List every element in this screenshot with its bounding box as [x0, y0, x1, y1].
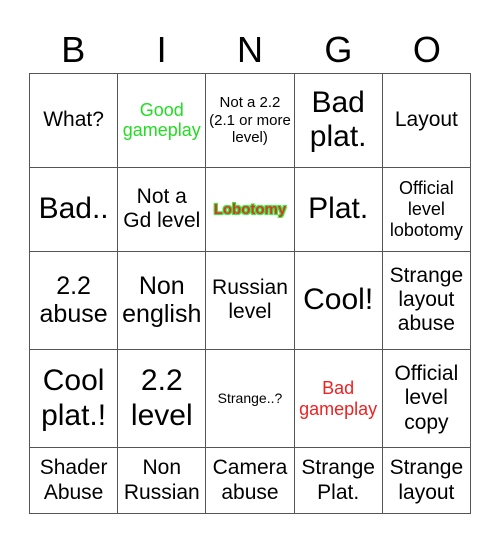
bingo-cell-text: Cool!	[303, 283, 374, 317]
bingo-cell-text: Official level copy	[394, 362, 459, 434]
bingo-cell-text: Plat.	[308, 191, 369, 225]
bingo-cell[interactable]: Strange Plat.	[293, 447, 383, 514]
bingo-cell-text: Layout	[394, 108, 458, 132]
bingo-cell[interactable]: Camera abuse	[205, 447, 295, 514]
bingo-cell-text: Bad plat.	[309, 85, 367, 154]
bingo-cell[interactable]: Not a 2.2 (2.1 or more level)	[205, 73, 295, 168]
bingo-cell-text: Not a Gd level	[123, 185, 201, 233]
bingo-cell[interactable]: Lobotomy	[205, 166, 295, 252]
header-letter-i: I	[156, 29, 167, 70]
bingo-cell[interactable]: Bad gameplay	[293, 348, 383, 449]
bingo-cell[interactable]: Strange layout	[381, 447, 472, 514]
bingo-cell[interactable]: Not a Gd level	[117, 166, 207, 252]
bingo-cell-text: Russian level	[212, 276, 288, 324]
bingo-cell-text: Strange Plat.	[301, 456, 375, 504]
bingo-row: Cool plat.! 2.2 level Strange..? Bad gamepl…	[28, 348, 472, 449]
bingo-cell-text: Non english	[122, 271, 202, 329]
bingo-cell[interactable]: Non Russian	[117, 447, 207, 514]
bingo-cell-text: Good gameplay	[122, 99, 201, 141]
bingo-cell[interactable]: Cool plat.!	[28, 348, 119, 449]
header-letter-o: O	[412, 29, 441, 70]
bingo-cell[interactable]: Bad..	[28, 166, 119, 252]
bingo-cell[interactable]: Shader Abuse	[28, 447, 119, 514]
bingo-cell-text: Strange layout abuse	[389, 264, 464, 336]
bingo-cell[interactable]: Non english	[117, 250, 207, 350]
bingo-cell-text: Shader Abuse	[39, 456, 108, 504]
bingo-cell[interactable]: Official level lobotomy	[381, 166, 472, 252]
bingo-cell-text: Bad..	[38, 191, 109, 225]
bingo-cell-text: 2.2 abuse	[39, 271, 108, 329]
bingo-cell-text: Not a 2.2 (2.1 or more level)	[209, 94, 291, 146]
bingo-cell[interactable]: Bad plat.	[293, 73, 383, 168]
bingo-row: Bad.. Not a Gd level Lobotomy Plat. Official…	[28, 166, 472, 252]
bingo-row: 2.2 abuse Non english Russian level Cool! St…	[28, 250, 472, 350]
bingo-cell[interactable]: Layout	[381, 73, 472, 168]
bingo-cell[interactable]: 2.2 abuse	[28, 250, 119, 350]
bingo-cell-text: 2.2 level	[130, 364, 193, 432]
bingo-row: What? Good gameplay Not a 2.2 (2.1 or more…	[28, 73, 472, 168]
bingo-cell[interactable]: Russian level	[205, 250, 295, 350]
bingo-cell-text: What?	[43, 108, 104, 132]
bingo-header: B I N G O	[29, 28, 471, 72]
bingo-cell-text: Strange layout	[389, 456, 464, 504]
bingo-cell[interactable]: Official level copy	[381, 348, 472, 449]
bingo-card: What? Good gameplay Not a 2.2 (2.1 or more…	[28, 73, 472, 514]
bingo-cell[interactable]: Good gameplay	[117, 73, 207, 168]
bingo-cell[interactable]: What?	[28, 73, 119, 168]
bingo-cell[interactable]: Plat.	[293, 166, 383, 252]
bingo-cell-text: Bad gameplay	[299, 377, 378, 419]
header-letter-n: N	[237, 29, 264, 70]
bingo-cell-text: Non Russian	[123, 456, 200, 504]
bingo-cell-text: Lobotomy	[213, 200, 287, 218]
bingo-cell-text: Camera abuse	[212, 456, 288, 504]
bingo-cell[interactable]: Strange layout abuse	[381, 250, 472, 350]
bingo-cell[interactable]: Cool!	[293, 250, 383, 350]
bingo-cell[interactable]: 2.2 level	[117, 348, 207, 449]
bingo-cell-text: Strange..?	[217, 390, 283, 407]
header-letter-b: B	[61, 29, 86, 70]
header-letter-g: G	[324, 29, 353, 70]
bingo-cell[interactable]: Strange..?	[205, 348, 295, 449]
bingo-cell-text: Cool plat.!	[41, 364, 107, 432]
bingo-cell-text: Official level lobotomy	[389, 178, 463, 240]
bingo-row: Shader Abuse Non Russian Camera abuse Stran…	[28, 447, 472, 514]
